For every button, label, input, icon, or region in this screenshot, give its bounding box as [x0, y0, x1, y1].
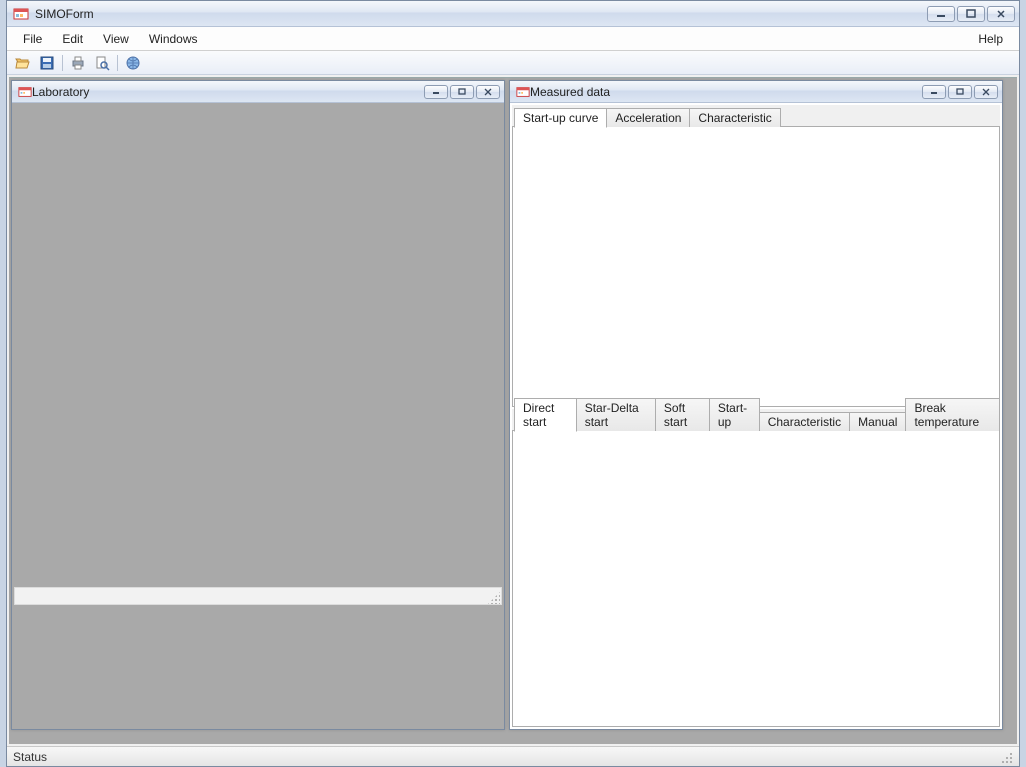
- laboratory-window: Laboratory: [11, 80, 505, 730]
- measured-body: Start-up curve Acceleration Characterist…: [510, 103, 1002, 729]
- save-button[interactable]: [36, 53, 58, 73]
- toolbar-separator: [62, 55, 63, 71]
- minimize-button[interactable]: [927, 6, 955, 22]
- tab-soft-start[interactable]: Soft start: [655, 398, 710, 431]
- toolbar-separator: [117, 55, 118, 71]
- menu-edit[interactable]: Edit: [52, 29, 93, 49]
- laboratory-title: Laboratory: [32, 85, 424, 99]
- measured-title-bar: Measured data: [510, 81, 1002, 103]
- measured-minimize-button[interactable]: [922, 85, 946, 99]
- form-icon: [18, 85, 32, 99]
- measured-title: Measured data: [530, 85, 922, 99]
- help-button[interactable]: [122, 53, 144, 73]
- form-icon: [516, 85, 530, 99]
- resize-grip-icon[interactable]: [999, 750, 1013, 764]
- tab-startup-curve[interactable]: Start-up curve: [514, 108, 607, 128]
- measured-close-button[interactable]: [974, 85, 998, 99]
- print-button[interactable]: [67, 53, 89, 73]
- laboratory-status-strip: [14, 587, 502, 605]
- print-preview-button[interactable]: [91, 53, 113, 73]
- measured-data-window: Measured data Start-up curve Acceleratio…: [509, 80, 1003, 730]
- status-bar: Status: [7, 746, 1019, 766]
- globe-help-icon: [125, 55, 141, 71]
- tab-manual[interactable]: Manual: [849, 412, 906, 431]
- close-button[interactable]: [987, 6, 1015, 22]
- lab-close-button[interactable]: [476, 85, 500, 99]
- tab-direct-start[interactable]: Direct start: [514, 398, 577, 432]
- measured-maximize-button[interactable]: [948, 85, 972, 99]
- tab-characteristic-b[interactable]: Characteristic: [759, 412, 850, 431]
- tab-characteristic[interactable]: Characteristic: [689, 108, 780, 127]
- tab-break-temperature[interactable]: Break temperature: [905, 398, 1000, 431]
- menu-help[interactable]: Help: [968, 29, 1013, 49]
- laboratory-title-bar: Laboratory: [12, 81, 504, 103]
- laboratory-body: [12, 103, 504, 729]
- resize-grip-icon: [488, 592, 500, 604]
- tab-star-delta-start[interactable]: Star-Delta start: [576, 398, 656, 431]
- menu-file[interactable]: File: [13, 29, 52, 49]
- toolbar: [7, 51, 1019, 75]
- app-icon: [13, 6, 29, 22]
- magnifier-page-icon: [94, 55, 110, 71]
- status-text: Status: [13, 750, 47, 764]
- menu-bar: File Edit View Windows Help: [7, 27, 1019, 51]
- tab-start-up[interactable]: Start-up: [709, 398, 760, 431]
- menu-windows[interactable]: Windows: [139, 29, 208, 49]
- printer-icon: [70, 55, 86, 71]
- lab-minimize-button[interactable]: [424, 85, 448, 99]
- bottom-tab-panel: [512, 430, 1000, 727]
- top-tab-strip: Start-up curve Acceleration Characterist…: [512, 105, 1000, 127]
- floppy-icon: [39, 55, 55, 71]
- bottom-tab-strip: Direct start Star-Delta start Soft start…: [512, 409, 1000, 431]
- top-tab-panel: [512, 126, 1000, 407]
- mdi-client: Laboratory: [9, 77, 1017, 744]
- window-buttons: [927, 6, 1015, 22]
- open-button[interactable]: [12, 53, 34, 73]
- tab-acceleration[interactable]: Acceleration: [606, 108, 690, 127]
- folder-open-icon: [15, 55, 31, 71]
- title-bar: SIMOForm: [7, 1, 1019, 27]
- lab-maximize-button[interactable]: [450, 85, 474, 99]
- app-window: SIMOForm File Edit View Windows Help: [6, 0, 1020, 767]
- maximize-button[interactable]: [957, 6, 985, 22]
- menu-view[interactable]: View: [93, 29, 139, 49]
- window-title: SIMOForm: [35, 7, 927, 21]
